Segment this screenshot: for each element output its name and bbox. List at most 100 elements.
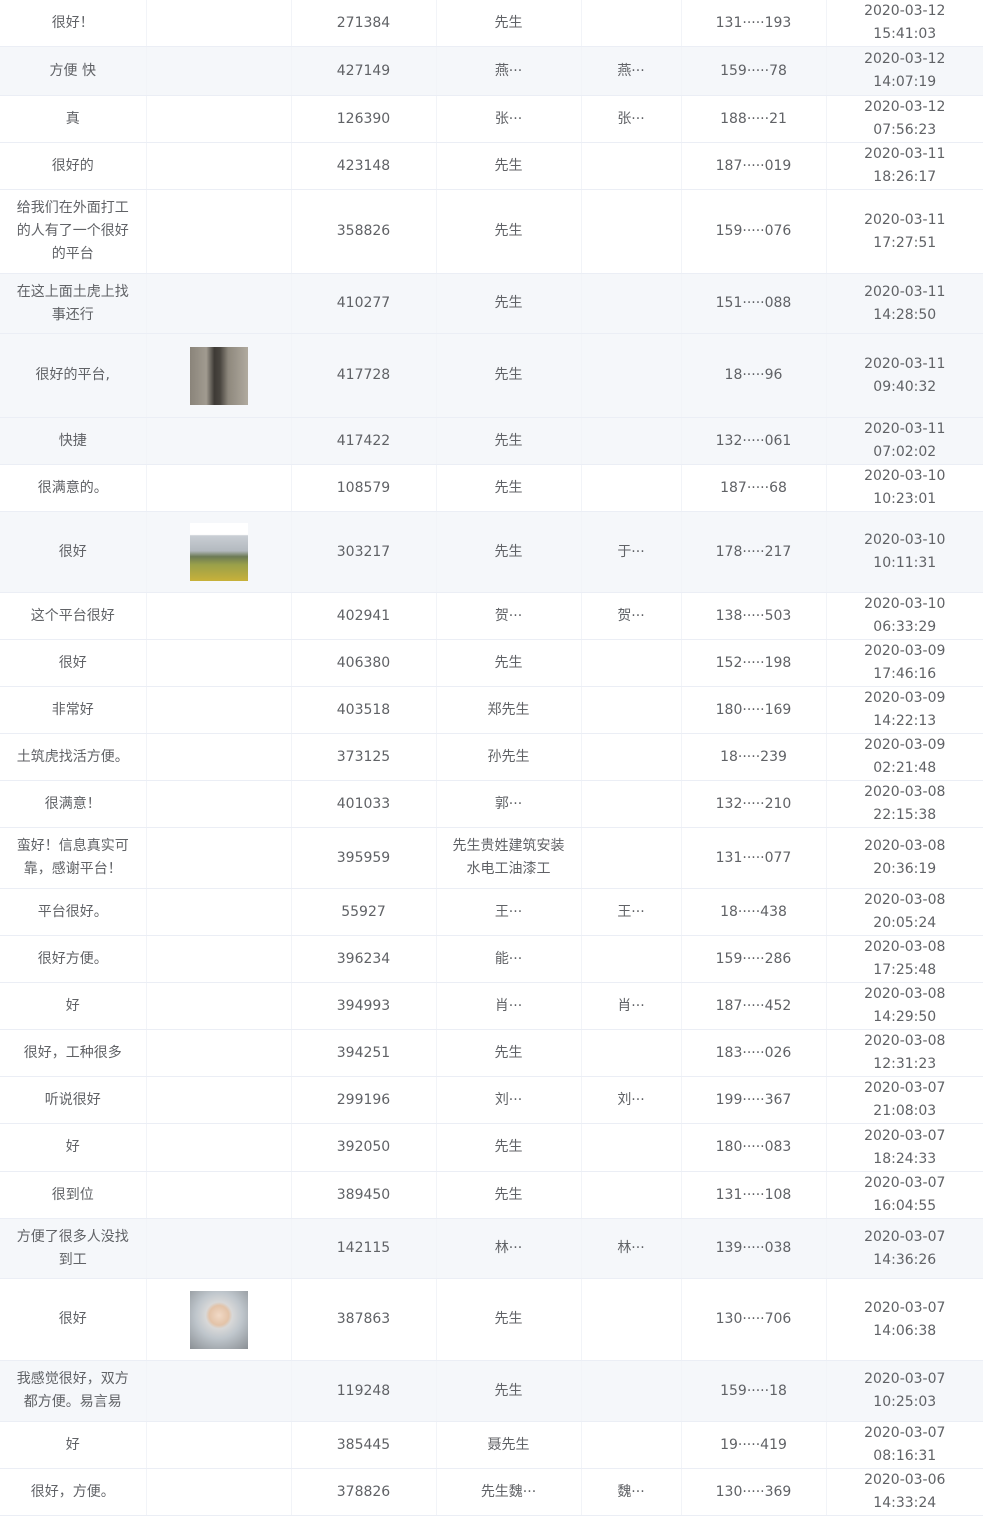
thumbnail-image[interactable] xyxy=(189,346,248,405)
image-cell xyxy=(146,273,292,334)
contact-cell: 先生 xyxy=(436,0,582,47)
phone-cell: 18·····96 xyxy=(681,333,827,418)
table-row[interactable]: 很好 303217 先生 于··· 178·····217 2020-03-10 10:1… xyxy=(0,511,983,593)
feedback-table: 很好！ 271384 先生 131·····193 2020-03-12 15:41:0… xyxy=(0,0,983,1516)
image-cell xyxy=(146,1218,292,1279)
image-cell xyxy=(146,1468,292,1516)
table-row[interactable]: 我感觉很好，双方都方便。易言易 119248 先生 159·····18 2020-03… xyxy=(0,1360,983,1422)
id-cell: 395959 xyxy=(291,827,437,889)
id-cell: 417728 xyxy=(291,333,437,418)
image-cell xyxy=(146,639,292,687)
image-cell xyxy=(146,1278,292,1361)
name-cell: 贺··· xyxy=(581,592,682,640)
time-cell: 2020-03-08 12:31:23 xyxy=(826,1029,983,1077)
table-row[interactable]: 好 392050 先生 180·····083 2020-03-07 18:24:33 xyxy=(0,1123,983,1172)
table-row[interactable]: 很满意！ 401033 郭··· 132·····210 2020-03-08 22:1… xyxy=(0,780,983,828)
comment-cell: 很好！ xyxy=(0,0,147,47)
id-cell: 406380 xyxy=(291,639,437,687)
id-cell: 394993 xyxy=(291,982,437,1030)
table-row[interactable]: 很好的 423148 先生 187·····019 2020-03-11 18:26:1… xyxy=(0,142,983,190)
time-cell: 2020-03-08 20:05:24 xyxy=(826,888,983,936)
thumbnail-image[interactable] xyxy=(189,1290,248,1349)
table-row[interactable]: 很好的平台, 417728 先生 18·····96 2020-03-11 09:40:… xyxy=(0,333,983,418)
table-row[interactable]: 很好 387863 先生 130·····706 2020-03-07 14:06:38 xyxy=(0,1278,983,1361)
time-cell: 2020-03-07 21:08:03 xyxy=(826,1076,983,1124)
phone-cell: 180·····169 xyxy=(681,686,827,734)
table-row[interactable]: 很到位 389450 先生 131·····108 2020-03-07 16:04:5… xyxy=(0,1171,983,1219)
table-row[interactable]: 好 394993 肖··· 肖··· 187·····452 2020-03-08 14:… xyxy=(0,982,983,1030)
table-row[interactable]: 很好，方便。 378826 先生魏··· 魏··· 130·····369 2020-03… xyxy=(0,1468,983,1516)
time-cell: 2020-03-12 15:41:03 xyxy=(826,0,983,47)
contact-cell: 郑先生 xyxy=(436,686,582,734)
comment-cell: 在这上面土虎上找事还行 xyxy=(0,273,147,334)
name-cell xyxy=(581,686,682,734)
id-cell: 299196 xyxy=(291,1076,437,1124)
time-cell: 2020-03-11 14:28:50 xyxy=(826,273,983,334)
table-row[interactable]: 平台很好。 55927 王··· 王··· 18·····438 2020-03-08 2… xyxy=(0,888,983,936)
id-cell: 373125 xyxy=(291,733,437,781)
table-row[interactable]: 这个平台很好 402941 贺··· 贺··· 138·····503 2020-03-1… xyxy=(0,592,983,640)
contact-cell: 王··· xyxy=(436,888,582,936)
id-cell: 401033 xyxy=(291,780,437,828)
image-cell xyxy=(146,464,292,512)
time-cell: 2020-03-10 10:23:01 xyxy=(826,464,983,512)
time-cell: 2020-03-07 18:24:33 xyxy=(826,1123,983,1172)
table-row[interactable]: 方便了很多人没找到工 142115 林··· 林··· 139·····038 2020-… xyxy=(0,1218,983,1279)
table-row[interactable]: 给我们在外面打工的人有了一个很好的平台 358826 先生 159·····076 20… xyxy=(0,189,983,274)
table-row[interactable]: 蛮好！信息真实可靠，感谢平台！ 395959 先生贵姓建筑安装水电工油漆工 131··… xyxy=(0,827,983,889)
name-cell xyxy=(581,1421,682,1469)
name-cell xyxy=(581,935,682,983)
contact-cell: 先生 xyxy=(436,333,582,418)
image-cell xyxy=(146,0,292,47)
table-row[interactable]: 非常好 403518 郑先生 180·····169 2020-03-09 14:22:… xyxy=(0,686,983,734)
name-cell xyxy=(581,639,682,687)
name-cell: 于··· xyxy=(581,511,682,593)
phone-cell: 159·····18 xyxy=(681,1360,827,1422)
contact-cell: 刘··· xyxy=(436,1076,582,1124)
phone-cell: 131·····077 xyxy=(681,827,827,889)
table-row[interactable]: 真 126390 张··· 张··· 188·····21 2020-03-12 07:5… xyxy=(0,95,983,143)
name-cell: 林··· xyxy=(581,1218,682,1279)
image-cell xyxy=(146,1360,292,1422)
table-row[interactable]: 在这上面土虎上找事还行 410277 先生 151·····088 2020-03-11… xyxy=(0,273,983,334)
phone-cell: 19·····419 xyxy=(681,1421,827,1469)
contact-cell: 先生 xyxy=(436,639,582,687)
time-cell: 2020-03-06 14:33:24 xyxy=(826,1468,983,1516)
comment-cell: 方便 快 xyxy=(0,46,147,96)
phone-cell: 130·····706 xyxy=(681,1278,827,1361)
thumbnail-image[interactable] xyxy=(189,523,248,581)
name-cell xyxy=(581,1171,682,1219)
phone-cell: 183·····026 xyxy=(681,1029,827,1077)
name-cell xyxy=(581,1123,682,1172)
id-cell: 410277 xyxy=(291,273,437,334)
id-cell: 402941 xyxy=(291,592,437,640)
name-cell xyxy=(581,273,682,334)
contact-cell: 林··· xyxy=(436,1218,582,1279)
time-cell: 2020-03-08 14:29:50 xyxy=(826,982,983,1030)
table-row[interactable]: 土筑虎找活方便。 373125 孙先生 18·····239 2020-03-09 02… xyxy=(0,733,983,781)
table-row[interactable]: 好 385445 聂先生 19·····419 2020-03-07 08:16:31 xyxy=(0,1421,983,1469)
table-row[interactable]: 快捷 417422 先生 132·····061 2020-03-11 07:02:02 xyxy=(0,417,983,465)
image-cell xyxy=(146,888,292,936)
contact-cell: 肖··· xyxy=(436,982,582,1030)
id-cell: 394251 xyxy=(291,1029,437,1077)
table-row[interactable]: 很好 406380 先生 152·····198 2020-03-09 17:46:16 xyxy=(0,639,983,687)
time-cell: 2020-03-11 09:40:32 xyxy=(826,333,983,418)
table-row[interactable]: 很好！ 271384 先生 131·····193 2020-03-12 15:41:0… xyxy=(0,0,983,47)
table-row[interactable]: 很好方便。 396234 能··· 159·····286 2020-03-08 17:… xyxy=(0,935,983,983)
comment-cell: 蛮好！信息真实可靠，感谢平台！ xyxy=(0,827,147,889)
phone-cell: 159·····076 xyxy=(681,189,827,274)
table-row[interactable]: 方便 快 427149 燕··· 燕··· 159·····78 2020-03-12 1… xyxy=(0,46,983,96)
contact-cell: 先生贵姓建筑安装水电工油漆工 xyxy=(436,827,582,889)
comment-cell: 非常好 xyxy=(0,686,147,734)
name-cell xyxy=(581,780,682,828)
phone-cell: 152·····198 xyxy=(681,639,827,687)
table-row[interactable]: 很好，工种很多 394251 先生 183·····026 2020-03-08 12:… xyxy=(0,1029,983,1077)
time-cell: 2020-03-07 10:25:03 xyxy=(826,1360,983,1422)
phone-cell: 131·····193 xyxy=(681,0,827,47)
table-row[interactable]: 听说很好 299196 刘··· 刘··· 199·····367 2020-03-07 … xyxy=(0,1076,983,1124)
contact-cell: 先生 xyxy=(436,189,582,274)
time-cell: 2020-03-07 14:06:38 xyxy=(826,1278,983,1361)
table-row[interactable]: 很满意的。 108579 先生 187·····68 2020-03-10 10:23:… xyxy=(0,464,983,512)
contact-cell: 先生 xyxy=(436,1360,582,1422)
